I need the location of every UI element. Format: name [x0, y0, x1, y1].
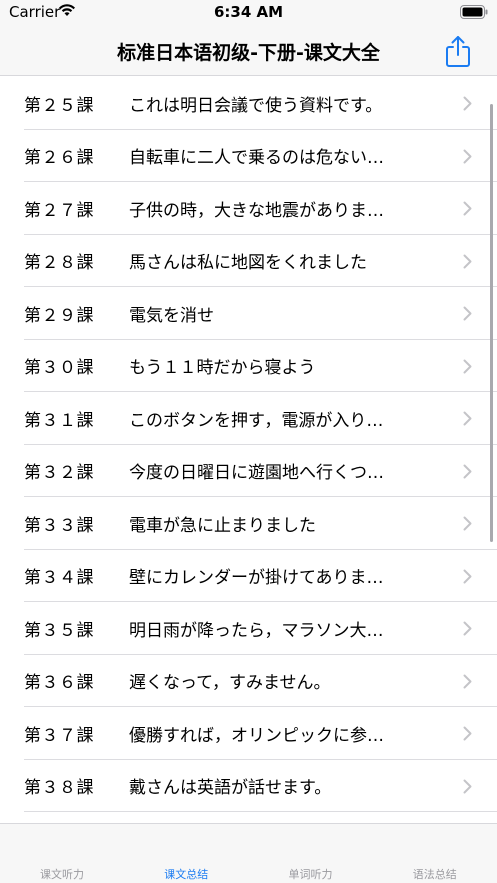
tab-item[interactable]: 单词听力 [249, 824, 373, 883]
lesson-list[interactable]: 第２５課 これは明日会議で使う資料です。 第２６課 自転車に二人で乗るのは危ない… 第２… [0, 77, 497, 823]
lesson-number: 第３８課 [24, 778, 94, 799]
chevron-right-icon [463, 674, 472, 688]
chevron-right-icon [463, 621, 472, 636]
lesson-number: 第２７課 [24, 200, 94, 221]
lesson-number: 第３６課 [24, 673, 94, 694]
chevron-right-icon [463, 359, 472, 373]
lesson-title: 遅くなって，すみません。 [129, 673, 331, 694]
lesson-number: 第２５課 [24, 95, 94, 116]
list-item[interactable]: 第２９課 電気を消せ [0, 287, 497, 340]
list-item[interactable]: 第３８課 戴さんは英語が話せます。 [0, 760, 497, 813]
list-item[interactable]: 第２８課 馬さんは私に地図をくれました [0, 235, 497, 288]
chevron-right-icon [463, 726, 472, 741]
lesson-title: 壁にカレンダーが掛けてありま… [129, 568, 384, 589]
list-item[interactable]: 第２７課 子供の時，大きな地震がありま… [0, 182, 497, 235]
page-title: 标准日本语初级-下册-课文大全 [117, 42, 380, 64]
navigation-bar: 标准日本语初级-下册-课文大全 [0, 26, 497, 76]
lesson-title: 子供の時，大きな地震がありま… [129, 200, 384, 221]
lesson-title: 馬さんは私に地図をくれました [129, 253, 367, 274]
chevron-right-icon [463, 254, 472, 268]
lesson-number: 第２６課 [24, 148, 94, 169]
lesson-number: 第３２課 [24, 463, 94, 484]
tab-item[interactable]: 课文听力 [0, 824, 124, 883]
status-bar: Carrier 6:34 AM [0, 0, 497, 26]
tab-label: 单词听力 [288, 868, 333, 881]
chevron-right-icon [463, 411, 472, 426]
chevron-right-icon [463, 464, 472, 478]
list-item[interactable]: 第３２課 今度の日曜日に遊園地へ行くつ… [0, 445, 497, 498]
tab-label: 课文听力 [40, 868, 84, 881]
list-item[interactable]: 第３７課 優勝すれば，オリンピックに参… [0, 707, 497, 760]
tab-bar: 课文听力 课文总结 单词听力 语法总结 [0, 823, 497, 883]
list-item[interactable]: 第３６課 遅くなって，すみません。 [0, 655, 497, 708]
tab-label: 课文总结 [164, 868, 209, 881]
lesson-title: 明日雨が降ったら，マラソン大… [129, 620, 384, 641]
list-item[interactable]: 第２６課 自転車に二人で乗るのは危ない… [0, 130, 497, 183]
chevron-right-icon [463, 569, 472, 583]
list-item[interactable]: 第３４課 壁にカレンダーが掛けてありま… [0, 550, 497, 603]
lesson-number: 第３３課 [24, 515, 94, 536]
lesson-title: 電車が急に止まりました [129, 515, 316, 536]
lesson-title: これは明日会議で使う資料です。 [129, 95, 383, 116]
lesson-title: 今度の日曜日に遊園地へ行くつ… [129, 463, 384, 484]
clock: 6:34 AM [213, 3, 284, 21]
lesson-number: 第３４課 [24, 568, 94, 589]
share-icon[interactable] [443, 34, 473, 68]
list-item[interactable]: 第３０課 もう１１時だから寝よう [0, 340, 497, 393]
tab-label: 语法总结 [412, 868, 457, 881]
lesson-title: このボタンを押す，電源が入り… [129, 410, 384, 431]
chevron-right-icon [463, 516, 472, 531]
battery-icon [460, 5, 488, 19]
lesson-title: 優勝すれば，オリンピックに参… [129, 725, 384, 746]
chevron-right-icon [463, 149, 472, 163]
chevron-right-icon [463, 306, 472, 321]
lesson-title: 戴さんは英語が話せます。 [129, 778, 332, 799]
scroll-indicator[interactable] [490, 104, 493, 542]
lesson-title: 電気を消せ [129, 305, 214, 326]
lesson-number: 第２９課 [24, 305, 94, 326]
chevron-right-icon [463, 201, 472, 216]
lesson-number: 第３１課 [24, 410, 94, 431]
tab-item[interactable]: 课文总结 [124, 824, 248, 883]
list-item[interactable]: 第３３課 電車が急に止まりました [0, 497, 497, 550]
list-item[interactable]: 第３１課 このボタンを押す，電源が入り… [0, 392, 497, 445]
lesson-title: もう１１時だから寝よう [129, 358, 316, 379]
lesson-number: 第３５課 [24, 620, 94, 641]
lesson-title: 自転車に二人で乗るのは危ない… [129, 148, 384, 169]
list-item[interactable]: 第２５課 これは明日会議で使う資料です。 [0, 77, 497, 130]
lesson-number: 第３７課 [24, 725, 94, 746]
tab-item[interactable]: 语法总结 [373, 824, 497, 883]
chevron-right-icon [463, 779, 472, 793]
chevron-right-icon [463, 96, 472, 111]
lesson-number: 第３０課 [24, 358, 94, 379]
list-item[interactable]: 第３５課 明日雨が降ったら，マラソン大… [0, 602, 497, 655]
lesson-number: 第２８課 [24, 253, 94, 274]
